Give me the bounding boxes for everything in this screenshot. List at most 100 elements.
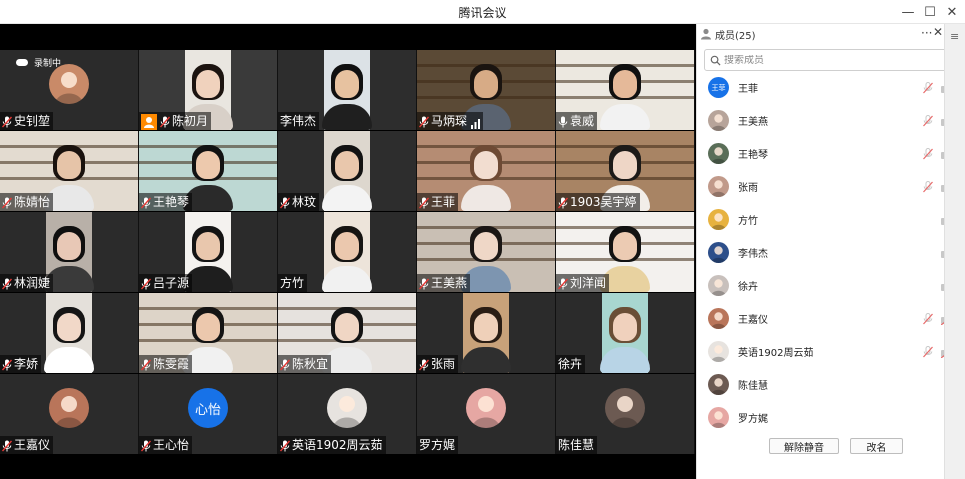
close-button[interactable]: ✕: [942, 2, 962, 22]
participant-name: 王美燕: [431, 276, 468, 290]
video-tile[interactable]: 李伟杰: [278, 50, 417, 130]
participant-label: 王美燕: [417, 274, 471, 292]
member-row[interactable]: 张雨: [697, 170, 945, 203]
video-tile[interactable]: 陈初月: [139, 50, 278, 130]
participant-label: 李伟杰: [278, 112, 320, 130]
participant-label: 王嘉仪: [0, 436, 54, 454]
video-tile[interactable]: 1903吴宇婷: [556, 131, 695, 211]
mic-muted-icon[interactable]: [923, 345, 933, 358]
participant-label: 陈雯霞: [139, 355, 193, 373]
member-row[interactable]: 王嘉仪: [697, 302, 945, 335]
participant-label: 刘洋闻: [556, 274, 610, 292]
video-tile[interactable]: 李娇: [0, 293, 139, 373]
participant-name: 张雨: [431, 357, 456, 371]
video-tile[interactable]: 马炳琛: [417, 50, 556, 130]
mic-muted-icon: [141, 440, 151, 452]
video-tile[interactable]: 罗方娓: [417, 374, 556, 454]
member-row[interactable]: 王菲 王菲: [697, 74, 945, 104]
video-tile[interactable]: 袁威: [556, 50, 695, 130]
video-tile[interactable]: 王美燕: [417, 212, 556, 292]
member-row[interactable]: 李伟杰: [697, 236, 945, 269]
panel-close-icon[interactable]: ✕: [933, 25, 943, 39]
video-tile[interactable]: 陈秋宜: [278, 293, 417, 373]
person-face: [335, 70, 359, 98]
member-panel: 成员(25) ··· ✕ 王菲王菲王美燕王艳琴张雨方竹李伟杰徐卉王嘉仪英语190…: [696, 24, 954, 479]
participant-name: 陈佳慧: [558, 438, 595, 452]
person-face: [335, 232, 359, 260]
person-face: [474, 151, 498, 179]
member-avatar: [708, 110, 729, 131]
video-tile[interactable]: 徐卉: [556, 293, 695, 373]
person-face: [474, 232, 498, 260]
participant-label: 徐卉: [556, 355, 586, 373]
mic-muted-icon[interactable]: [923, 81, 933, 94]
mic-muted-icon[interactable]: [923, 147, 933, 160]
host-icon: [141, 113, 157, 130]
member-row[interactable]: 罗方娓: [697, 401, 945, 434]
video-tile[interactable]: 王嘉仪: [0, 374, 139, 454]
video-tile[interactable]: 刘洋闻: [556, 212, 695, 292]
video-tile[interactable]: 王菲: [417, 131, 556, 211]
video-tile[interactable]: 吕子源: [139, 212, 278, 292]
member-avatar: [708, 143, 729, 164]
mic-muted-icon: [280, 197, 290, 209]
person-face: [613, 313, 637, 341]
person-face: [335, 151, 359, 179]
participant-label: 张雨: [417, 355, 459, 373]
more-options-icon[interactable]: ···: [921, 26, 932, 40]
participant-label: 陈婧怡: [0, 193, 54, 211]
person-face: [474, 313, 498, 341]
avatar: [605, 388, 645, 428]
participant-label: 陈秋宜: [278, 355, 332, 373]
member-row[interactable]: 英语1902周云茹: [697, 335, 945, 368]
member-row[interactable]: 王艳琴: [697, 137, 945, 170]
mic-muted-icon[interactable]: [923, 114, 933, 127]
member-list: 王菲 王菲 王美燕 王艳琴张雨方竹 李伟杰 徐卉 王嘉仪 英语1902周云茹 陈佳慧 罗方娓: [697, 74, 945, 456]
mic-muted-icon: [280, 359, 290, 371]
maximize-button[interactable]: ☐: [920, 2, 940, 22]
participant-label: 林玟: [278, 193, 320, 211]
video-tile[interactable]: 张雨: [417, 293, 556, 373]
video-tile[interactable]: 英语1902周云茹: [278, 374, 417, 454]
participant-label: 1903吴宇婷: [556, 193, 640, 211]
member-row[interactable]: 陈佳慧: [697, 368, 945, 401]
participant-name: 袁威: [570, 114, 595, 128]
video-tile[interactable]: 王艳琴: [139, 131, 278, 211]
participant-name: 王艳琴: [153, 195, 190, 209]
video-grid: 史钊堃 陈初月 李伟杰 马炳琛 袁威 陈婧怡 王艳琴 林玟 王菲 1903吴宇婷 林润婕 吕子源 方竹王…: [0, 50, 696, 476]
video-tile[interactable]: 心怡 王心怡: [139, 374, 278, 454]
member-row[interactable]: 方竹: [697, 203, 945, 236]
recording-indicator: 录制中: [16, 56, 61, 69]
mic-muted-icon[interactable]: [923, 312, 933, 325]
member-row[interactable]: 王美燕: [697, 104, 945, 137]
member-row[interactable]: 徐卉: [697, 269, 945, 302]
member-avatar: [708, 209, 729, 230]
video-tile[interactable]: 林润婕: [0, 212, 139, 292]
panel-header: 成员(25) ··· ✕: [697, 24, 945, 44]
member-name: 张雨: [738, 183, 758, 194]
mic-muted-icon: [419, 197, 429, 209]
video-tile[interactable]: 陈佳慧: [556, 374, 695, 454]
mic-muted-icon: [2, 197, 12, 209]
video-tile[interactable]: 陈婧怡: [0, 131, 139, 211]
participant-name: 李伟杰: [280, 114, 317, 128]
signal-icon: [471, 117, 481, 129]
person-face: [474, 70, 498, 98]
unmute-all-button[interactable]: 解除静音: [769, 438, 839, 454]
video-tile[interactable]: 林玟: [278, 131, 417, 211]
title-bar: 腾讯会议 — ☐ ✕: [0, 0, 965, 24]
video-tile[interactable]: 陈雯霞: [139, 293, 278, 373]
mic-muted-icon: [419, 278, 429, 290]
video-tile[interactable]: 方竹: [278, 212, 417, 292]
avatar: [49, 64, 89, 104]
mic-muted-icon: [2, 440, 12, 452]
search-input[interactable]: [724, 54, 924, 66]
minimize-button[interactable]: —: [898, 2, 918, 22]
rename-button[interactable]: 改名: [850, 438, 903, 454]
participant-name: 方竹: [280, 276, 305, 290]
member-search[interactable]: [704, 49, 954, 71]
menu-icon[interactable]: ≡: [950, 30, 959, 43]
mic-muted-icon[interactable]: [923, 180, 933, 193]
avatar: [327, 388, 367, 428]
mic-muted-icon: [280, 440, 290, 452]
